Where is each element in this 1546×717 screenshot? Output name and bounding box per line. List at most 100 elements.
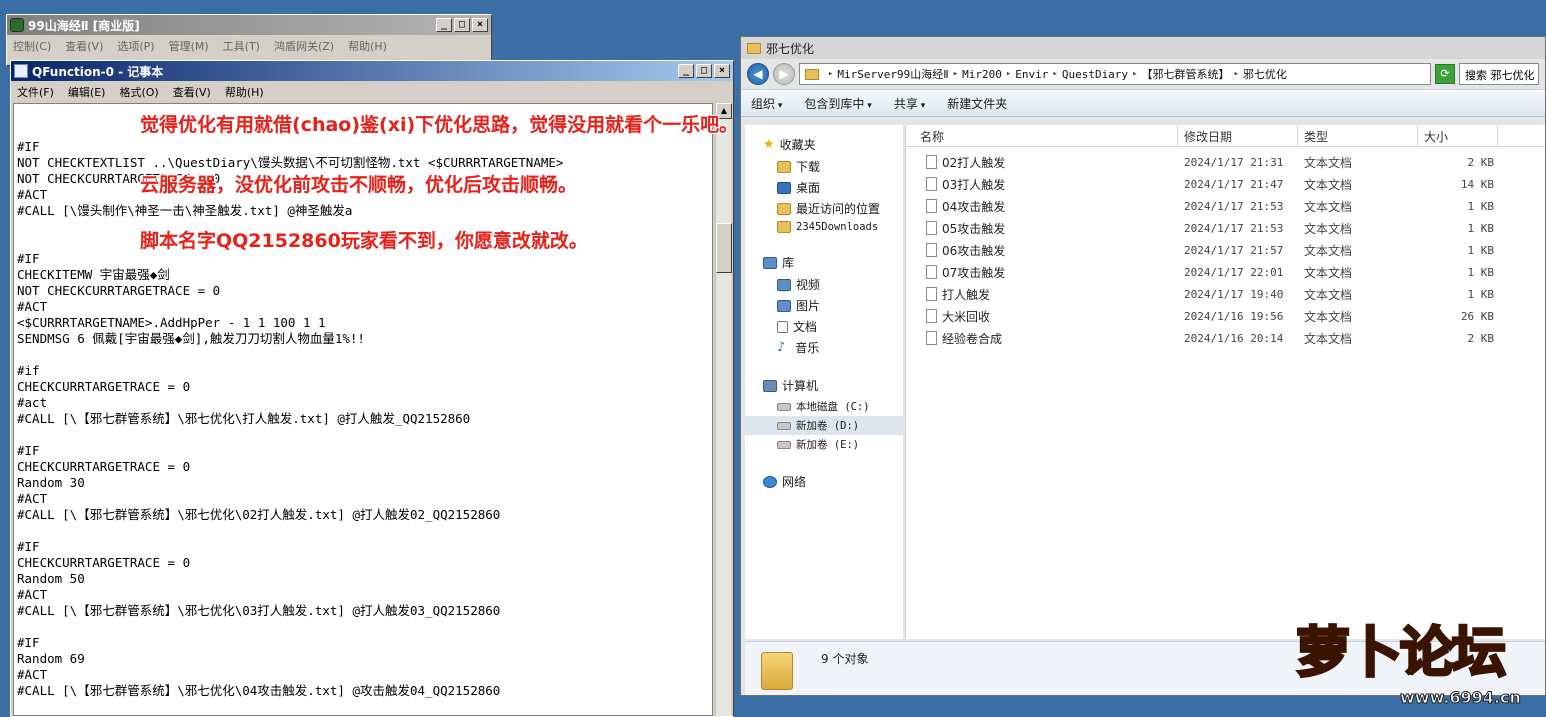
large-folder-icon [761, 652, 793, 690]
text-file-icon [926, 221, 937, 235]
notepad-maximize-button[interactable]: □ [696, 64, 712, 78]
notepad-menubar: 文件(F) 编辑(E) 格式(O) 查看(V) 帮助(H) [11, 81, 733, 103]
library-icon [763, 256, 777, 269]
nav-favorites[interactable]: ★ 收藏夹 [745, 133, 903, 156]
nav-item-drive-e[interactable]: 新加卷 (E:) [745, 435, 903, 454]
picture-icon [777, 299, 791, 312]
app-icon [10, 18, 24, 32]
nav-item-music[interactable]: ♪ 音乐 [745, 337, 903, 358]
file-row[interactable]: 06攻击触发 2024/1/17 21:57 文本文档 1 KB [906, 239, 1545, 261]
notepad-title: QFunction-0 - 记事本 [32, 64, 164, 79]
menu-manage[interactable]: 管理(M) [169, 38, 209, 54]
nav-item-recent[interactable]: 最近访问的位置 [745, 198, 903, 219]
file-row[interactable]: 打人触发 2024/1/17 19:40 文本文档 1 KB [906, 283, 1545, 305]
menu-file[interactable]: 文件(F) [17, 84, 54, 100]
menu-options[interactable]: 选项(P) [117, 38, 154, 54]
nav-item-documents[interactable]: 文档 [745, 316, 903, 337]
close-button[interactable]: × [472, 18, 488, 32]
menu-edit[interactable]: 编辑(E) [68, 84, 106, 100]
text-file-icon [926, 155, 937, 169]
include-in-library-button[interactable]: 包含到库中 [804, 95, 871, 112]
address-folder-icon [805, 68, 819, 80]
notepad-vertical-scrollbar[interactable]: ▲ [715, 103, 732, 716]
desktop-icon [777, 181, 791, 194]
file-list-header: 名称 修改日期 类型 大小 [906, 125, 1545, 147]
text-file-icon [926, 199, 937, 213]
column-name[interactable]: 名称 [906, 125, 1178, 146]
nav-libraries[interactable]: 库 [745, 251, 903, 274]
nav-item-2345downloads[interactable]: 2345Downloads [745, 219, 903, 235]
file-row[interactable]: 03打人触发 2024/1/17 21:47 文本文档 14 KB [906, 173, 1545, 195]
nav-item-downloads[interactable]: 下载 [745, 156, 903, 177]
site-logo: 萝卜论坛 www.6994.cn [1295, 618, 1540, 712]
file-row[interactable]: 经验卷合成 2024/1/16 20:14 文本文档 2 KB [906, 327, 1545, 349]
breadcrumb-item[interactable]: MirServer99山海经Ⅱ [837, 66, 948, 82]
breadcrumb-item[interactable]: QuestDiary [1062, 68, 1128, 81]
share-button[interactable]: 共享 [894, 95, 925, 112]
server-app-menubar: 控制(C) 查看(V) 选项(P) 管理(M) 工具(T) 鸿盾网关(Z) 帮助… [7, 35, 491, 57]
file-row[interactable]: 05攻击触发 2024/1/17 21:53 文本文档 1 KB [906, 217, 1545, 239]
column-size[interactable]: 大小 [1418, 125, 1498, 146]
breadcrumb-item[interactable]: 邪七优化 [1243, 66, 1287, 82]
nav-computer[interactable]: 计算机 [745, 374, 903, 397]
file-list: 名称 修改日期 类型 大小 02打人触发 2024/1/17 21:31 文本文档 2… [905, 125, 1545, 639]
organize-button[interactable]: 组织 [751, 95, 782, 112]
notepad-minimize-button[interactable]: _ [678, 64, 694, 78]
menu-view[interactable]: 查看(V) [173, 84, 211, 100]
drive-icon [777, 402, 791, 411]
notepad-icon [14, 64, 28, 78]
logo-text: 萝卜论坛 [1295, 620, 1508, 686]
refresh-icon[interactable]: ⟳ [1435, 64, 1455, 84]
address-bar[interactable]: ▸ MirServer99山海经Ⅱ ▸ Mir200 ▸ Envir ▸ Que… [799, 63, 1431, 85]
explorer-titlebar[interactable]: 邪七优化 [741, 37, 1545, 59]
menu-help[interactable]: 帮助(H) [348, 38, 387, 54]
breadcrumb-item[interactable]: Envir [1015, 68, 1048, 81]
new-folder-button[interactable]: 新建文件夹 [947, 95, 1007, 112]
notepad-close-button[interactable]: × [714, 64, 730, 78]
nav-item-drive-d[interactable]: 新加卷 (D:) [745, 416, 903, 435]
nav-network[interactable]: 网络 [745, 470, 903, 493]
menu-tools[interactable]: 工具(T) [223, 38, 260, 54]
annotation-line-2: 云服务器，没优化前攻击不顺畅，优化后攻击顺畅。 [140, 174, 578, 196]
folder-icon [777, 221, 791, 233]
menu-control[interactable]: 控制(C) [13, 38, 51, 54]
annotation-line-3: 脚本名字QQ2152860玩家看不到，你愿意改就改。 [140, 230, 588, 252]
server-app-titlebar[interactable]: 99山海经Ⅱ [商业版] _ □ × [7, 15, 491, 35]
file-rows: 02打人触发 2024/1/17 21:31 文本文档 2 KB 03打人触发 2024… [906, 147, 1545, 349]
text-file-icon [926, 243, 937, 257]
column-type[interactable]: 类型 [1298, 125, 1418, 146]
nav-item-videos[interactable]: 视频 [745, 274, 903, 295]
text-file-icon [926, 309, 937, 323]
file-row[interactable]: 02打人触发 2024/1/17 21:31 文本文档 2 KB [906, 151, 1545, 173]
drive-icon [777, 421, 791, 430]
breadcrumb-item[interactable]: 【邪七群管系统】 [1141, 66, 1229, 82]
nav-item-pictures[interactable]: 图片 [745, 295, 903, 316]
video-icon [777, 278, 791, 291]
recent-places-icon [777, 202, 791, 215]
notepad-titlebar[interactable]: QFunction-0 - 记事本 _ □ × [11, 61, 733, 81]
menu-view[interactable]: 查看(V) [65, 38, 103, 54]
music-icon: ♪ [777, 339, 786, 355]
menu-format[interactable]: 格式(O) [119, 84, 158, 100]
column-date[interactable]: 修改日期 [1178, 125, 1298, 146]
minimize-button[interactable]: _ [436, 18, 452, 32]
nav-item-drive-c[interactable]: 本地磁盘 (C:) [745, 397, 903, 416]
file-row[interactable]: 04攻击触发 2024/1/17 21:53 文本文档 1 KB [906, 195, 1545, 217]
back-arrow-icon[interactable]: ◀ [747, 63, 769, 85]
file-row[interactable]: 大米回收 2024/1/16 19:56 文本文档 26 KB [906, 305, 1545, 327]
menu-help[interactable]: 帮助(H) [225, 84, 264, 100]
breadcrumb-item[interactable]: Mir200 [962, 68, 1002, 81]
explorer-title: 邪七优化 [766, 41, 815, 56]
object-count: 9 个对象 [821, 652, 869, 666]
file-row[interactable]: 07攻击触发 2024/1/17 22:01 文本文档 1 KB [906, 261, 1545, 283]
text-file-icon [926, 287, 937, 301]
logo-url: www.6994.cn [1400, 688, 1522, 708]
scroll-thumb[interactable] [716, 223, 732, 273]
nav-item-desktop[interactable]: 桌面 [745, 177, 903, 198]
maximize-button[interactable]: □ [454, 18, 470, 32]
search-input[interactable]: 搜索 邪七优化 [1459, 63, 1539, 85]
drive-icon [777, 440, 791, 449]
menu-gateway[interactable]: 鸿盾网关(Z) [274, 38, 334, 54]
forward-arrow-icon[interactable]: ▶ [773, 63, 795, 85]
notepad-window: QFunction-0 - 记事本 _ □ × 文件(F) 编辑(E) 格式(O… [10, 60, 734, 717]
